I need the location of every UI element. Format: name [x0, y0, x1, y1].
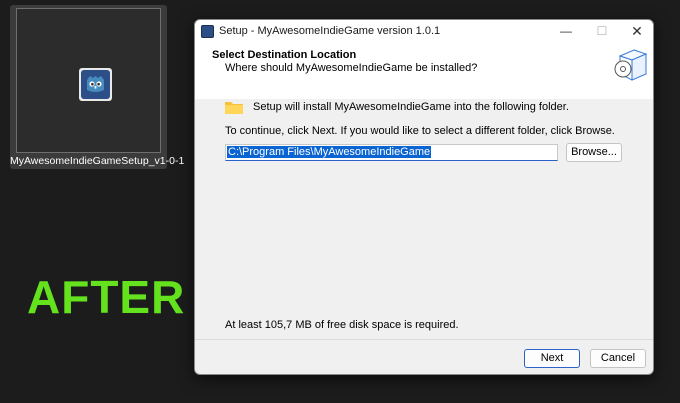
cancel-button[interactable]: Cancel	[590, 349, 646, 368]
destination-path-value: C:\Program Files\MyAwesomeIndieGame	[227, 146, 432, 158]
wizard-content: Setup will install MyAwesomeIndieGame in…	[195, 99, 653, 339]
disk-space-text: At least 105,7 MB of free disk space is …	[225, 319, 459, 331]
close-button[interactable]: ✕	[619, 20, 653, 44]
maximize-button[interactable]: ☐	[584, 20, 620, 44]
page-title: Select Destination Location	[212, 49, 357, 61]
file-thumbnail	[16, 8, 161, 153]
godot-app-icon	[79, 68, 112, 101]
desktop-file-icon[interactable]: MyAwesomeIndieGameSetup_v1-0-1	[10, 5, 185, 169]
title-bar[interactable]: Setup - MyAwesomeIndieGame version 1.0.1…	[195, 20, 653, 44]
install-info-text: Setup will install MyAwesomeIndieGame in…	[253, 101, 569, 113]
after-caption: AFTER	[27, 271, 186, 323]
wizard-footer: Next Cancel	[195, 339, 653, 374]
browse-button[interactable]: Browse...	[566, 143, 622, 162]
destination-path-input[interactable]: C:\Program Files\MyAwesomeIndieGame	[225, 144, 558, 161]
window-title: Setup - MyAwesomeIndieGame version 1.0.1	[219, 25, 441, 37]
next-button[interactable]: Next	[524, 349, 580, 368]
folder-icon	[225, 100, 243, 114]
file-name-label: MyAwesomeIndieGameSetup_v1-0-1	[10, 155, 185, 167]
wizard-header: Select Destination Location Where should…	[195, 44, 653, 99]
continue-info-text: To continue, click Next. If you would li…	[225, 125, 615, 137]
setup-app-icon	[201, 25, 214, 38]
page-subtitle: Where should MyAwesomeIndieGame be insta…	[225, 62, 478, 74]
minimize-button[interactable]: —	[548, 20, 584, 44]
setup-wizard-box-icon	[610, 44, 648, 82]
setup-window: Setup - MyAwesomeIndieGame version 1.0.1…	[194, 19, 654, 375]
